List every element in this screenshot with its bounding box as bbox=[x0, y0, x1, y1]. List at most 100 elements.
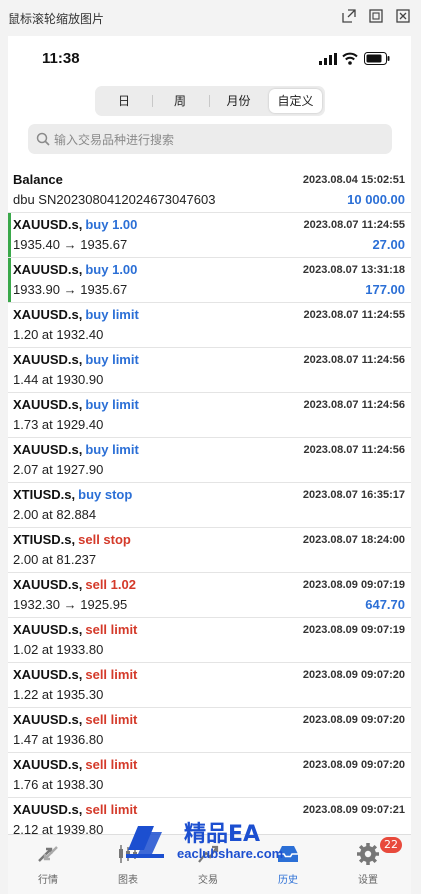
row-time: 2023.08.09 09:07:20 bbox=[302, 669, 405, 681]
search-input[interactable]: 输入交易品种进行搜索 bbox=[28, 124, 392, 154]
history-row[interactable]: XAUUSD.s, buy limit 1.20 at 1932.40 2023.08… bbox=[8, 303, 411, 348]
watermark: 精品EA eaclubshare.com bbox=[124, 816, 324, 866]
row-title: XAUUSD.s, sell limit bbox=[13, 667, 137, 682]
status-bar: 11:38 bbox=[8, 36, 411, 80]
row-title: XAUUSD.s, buy 1.00 bbox=[13, 262, 137, 277]
row-title: XAUUSD.s, buy limit bbox=[13, 352, 139, 367]
watermark-logo bbox=[126, 826, 164, 858]
history-row[interactable]: XAUUSD.s, sell limit 1.02 at 1933.80 2023.0… bbox=[8, 618, 411, 663]
symbol: Balance bbox=[13, 172, 63, 187]
row-detail: 1.20 at 1932.40 bbox=[13, 327, 104, 342]
row-detail: 1933.90 → 1935.67 bbox=[13, 282, 128, 297]
row-profit: 647.70 bbox=[365, 597, 405, 612]
row-title: XAUUSD.s, sell limit bbox=[13, 622, 137, 637]
history-list: Balance dbu SN20230804120246730476​03 2023… bbox=[8, 168, 411, 843]
row-detail: 2.00 at 82.884 bbox=[13, 507, 97, 522]
row-detail: dbu SN20230804120246730476​03 bbox=[13, 192, 216, 207]
row-detail: 2.07 at 1927.90 bbox=[13, 462, 104, 477]
row-time: 2023.08.09 09:07:20 bbox=[302, 759, 405, 771]
order-type: buy 1.00 bbox=[85, 217, 138, 232]
symbol: XAUUSD.s, bbox=[13, 712, 83, 727]
symbol: XAUUSD.s, bbox=[13, 307, 83, 322]
signal-icon bbox=[319, 53, 337, 65]
row-title: XAUUSD.s, sell limit bbox=[13, 712, 137, 727]
row-title: XAUUSD.s, buy limit bbox=[13, 397, 139, 412]
tab-settings[interactable]: 22 设置 bbox=[328, 835, 408, 894]
order-type: buy limit bbox=[85, 442, 139, 457]
row-detail: 1.73 at 1929.40 bbox=[13, 417, 104, 432]
row-detail: 2.00 at 81.237 bbox=[13, 552, 97, 567]
row-time: 2023.08.07 16:35:17 bbox=[302, 489, 405, 501]
row-title: XAUUSD.s, sell limit bbox=[13, 757, 137, 772]
symbol: XAUUSD.s, bbox=[13, 622, 83, 637]
period-segmented-control: 日 周 月份 自定义 bbox=[95, 86, 325, 116]
order-type: sell limit bbox=[85, 667, 138, 682]
row-title: XAUUSD.s, sell 1.02 bbox=[13, 577, 136, 592]
tab-month[interactable]: 月份 bbox=[211, 89, 266, 113]
quotes-icon bbox=[38, 846, 58, 862]
order-type: buy 1.00 bbox=[85, 262, 138, 277]
row-title: XAUUSD.s, buy limit bbox=[13, 442, 139, 457]
history-row[interactable]: XAUUSD.s, buy limit 2.07 at 1927.90 2023.08… bbox=[8, 438, 411, 483]
tab-custom[interactable]: 自定义 bbox=[269, 89, 322, 113]
history-row[interactable]: XAUUSD.s, buy 1.00 1933.90 → 1935.67 2023.0… bbox=[8, 258, 411, 303]
symbol: XAUUSD.s, bbox=[13, 352, 83, 367]
row-time: 2023.08.07 11:24:56 bbox=[303, 399, 405, 411]
row-time: 2023.08.07 11:24:55 bbox=[303, 309, 405, 321]
history-row[interactable]: XTIUSD.s, sell stop 2.00 at 81.237 2023.08.… bbox=[8, 528, 411, 573]
watermark-title: 精品EA bbox=[184, 822, 261, 847]
row-time: 2023.08.07 11:24:56 bbox=[303, 354, 405, 366]
symbol: XAUUSD.s, bbox=[13, 397, 83, 412]
row-time: 2023.08.04 15:02:51 bbox=[302, 174, 405, 186]
order-type: buy stop bbox=[78, 487, 133, 502]
row-detail: 1.44 at 1930.90 bbox=[13, 372, 104, 387]
history-row[interactable]: XAUUSD.s, sell limit 1.22 at 1935.30 2023.0… bbox=[8, 663, 411, 708]
symbol: XAUUSD.s, bbox=[13, 262, 83, 277]
row-profit: 10 000.00 bbox=[347, 192, 405, 207]
tab-label: 历史 bbox=[278, 875, 298, 886]
order-type: sell limit bbox=[85, 757, 138, 772]
symbol: XAUUSD.s, bbox=[13, 667, 83, 682]
history-row[interactable]: XAUUSD.s, sell limit 1.76 at 1938.30 2023.0… bbox=[8, 753, 411, 798]
row-detail: 1.02 at 1933.80 bbox=[13, 642, 104, 657]
order-type: buy limit bbox=[85, 307, 139, 322]
segment-divider bbox=[209, 95, 210, 107]
balance-row[interactable]: Balance dbu SN20230804120246730476​03 2023… bbox=[8, 168, 411, 213]
history-row[interactable]: XAUUSD.s, buy 1.00 1935.40 → 1935.67 2023.0… bbox=[8, 213, 411, 258]
history-row[interactable]: XAUUSD.s, buy limit 1.44 at 1930.90 2023.08… bbox=[8, 348, 411, 393]
history-row[interactable]: XAUUSD.s, sell limit 1.47 at 1936.80 2023.0… bbox=[8, 708, 411, 753]
row-title: XAUUSD.s, buy 1.00 bbox=[13, 217, 137, 232]
phone-screen: 11:38 日 周 月份 自定义 输入交易品种进行搜索 Balance dbu S… bbox=[8, 36, 411, 894]
search-placeholder: 输入交易品种进行搜索 bbox=[54, 133, 175, 147]
maximize-icon[interactable] bbox=[369, 9, 383, 23]
wifi-icon bbox=[342, 52, 358, 65]
order-type: sell limit bbox=[85, 712, 138, 727]
watermark-url: eaclubshare.com bbox=[177, 846, 284, 861]
row-time: 2023.08.09 09:07:20 bbox=[302, 714, 405, 726]
tab-week[interactable]: 周 bbox=[154, 89, 206, 113]
row-time: 2023.08.09 09:07:21 bbox=[302, 804, 405, 816]
row-title: XAUUSD.s, sell limit bbox=[13, 802, 137, 817]
row-profit: 177.00 bbox=[365, 282, 405, 297]
tab-day[interactable]: 日 bbox=[98, 89, 150, 113]
tab-quotes[interactable]: 行情 bbox=[8, 835, 88, 894]
history-row[interactable]: XAUUSD.s, sell 1.02 1932.30 → 1925.95 2023.… bbox=[8, 573, 411, 618]
row-time: 2023.08.07 11:24:55 bbox=[303, 219, 405, 231]
symbol: XTIUSD.s, bbox=[13, 487, 76, 502]
close-icon[interactable] bbox=[396, 9, 410, 23]
history-row[interactable]: XTIUSD.s, buy stop 2.00 at 82.884 2023.08.0… bbox=[8, 483, 411, 528]
expand-icon[interactable] bbox=[342, 9, 356, 23]
row-detail: 1935.40 → 1935.67 bbox=[13, 237, 128, 252]
order-type: buy limit bbox=[85, 352, 139, 367]
row-title: XTIUSD.s, sell stop bbox=[13, 532, 131, 547]
order-type: sell 1.02 bbox=[85, 577, 136, 592]
symbol: XAUUSD.s, bbox=[13, 577, 83, 592]
row-profit: 27.00 bbox=[372, 237, 405, 252]
position-marker bbox=[8, 213, 11, 257]
row-detail: 1.47 at 1936.80 bbox=[13, 732, 104, 747]
row-time: 2023.08.07 18:24:00 bbox=[302, 534, 405, 546]
row-title: Balance bbox=[13, 172, 63, 187]
row-time: 2023.08.07 11:24:56 bbox=[303, 444, 405, 456]
history-row[interactable]: XAUUSD.s, buy limit 1.73 at 1929.40 2023.08… bbox=[8, 393, 411, 438]
row-title: XTIUSD.s, buy stop bbox=[13, 487, 132, 502]
